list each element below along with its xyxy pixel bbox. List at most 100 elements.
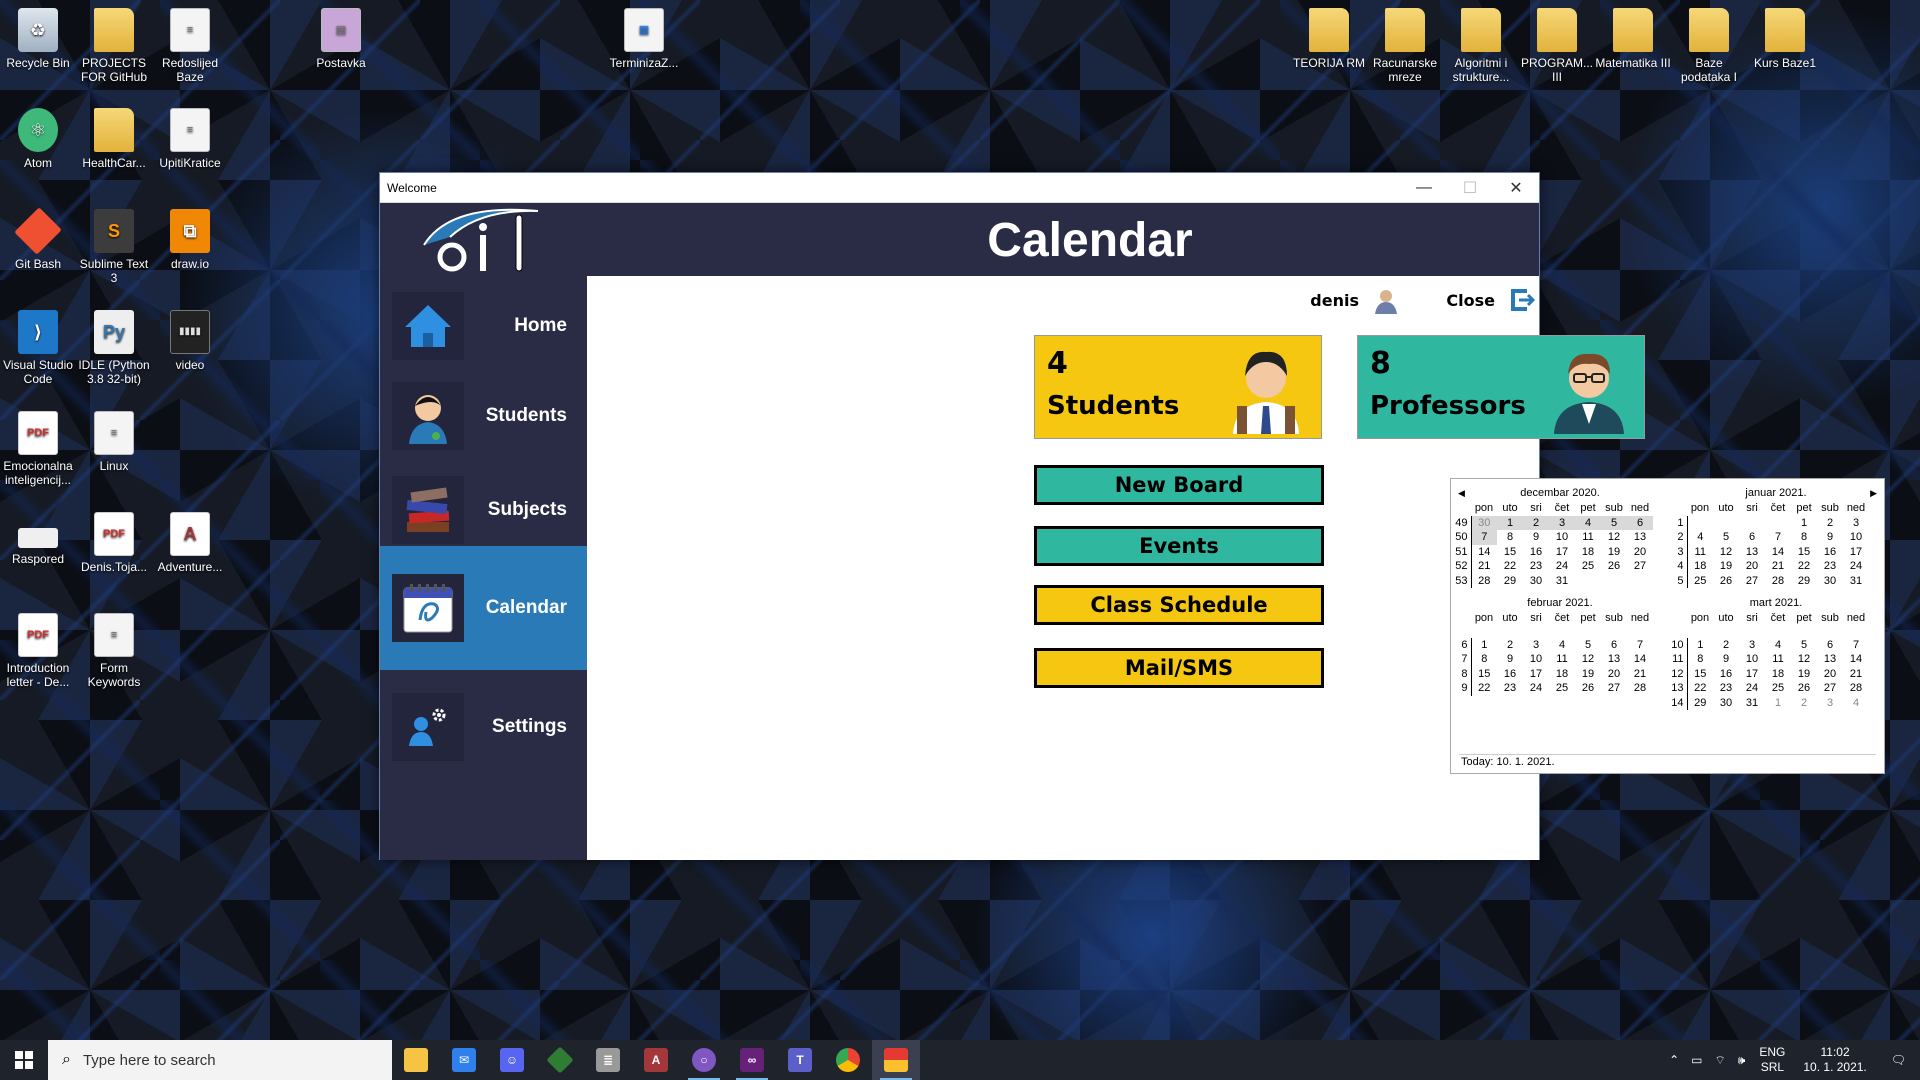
- taskbar-teams[interactable]: T: [776, 1040, 824, 1080]
- calendar-day[interactable]: 20: [1601, 667, 1627, 682]
- start-button[interactable]: [0, 1040, 48, 1080]
- language-indicator[interactable]: ENG SRL: [1751, 1045, 1793, 1075]
- sidebar-item-students[interactable]: Students: [380, 380, 587, 452]
- calendar-day[interactable]: 25: [1575, 559, 1601, 574]
- desktop-icon-recycle-bin[interactable]: ♻ Recycle Bin: [0, 8, 76, 70]
- taskbar-sourcetree[interactable]: [536, 1040, 584, 1080]
- sidebar-item-calendar[interactable]: Calendar: [380, 546, 587, 670]
- calendar-day[interactable]: 7: [1627, 638, 1653, 653]
- calendar-day[interactable]: 16: [1817, 545, 1843, 560]
- month-calendar[interactable]: ◀ ▶ decembar 2020. pon uto sri čet pet sub ned 4…: [1450, 478, 1885, 774]
- calendar-day[interactable]: 12: [1575, 652, 1601, 667]
- desktop-icon-sublime[interactable]: S Sublime Text 3: [76, 209, 152, 285]
- calendar-day[interactable]: 22: [1791, 559, 1817, 574]
- calendar-day[interactable]: 3: [1843, 516, 1869, 531]
- calendar-day[interactable]: 30: [1713, 696, 1739, 711]
- calendar-day[interactable]: 20: [1627, 545, 1653, 560]
- minimize-button[interactable]: —: [1401, 173, 1447, 203]
- calendar-day[interactable]: 8: [1497, 530, 1523, 545]
- calendar-day[interactable]: 23: [1497, 681, 1523, 696]
- calendar-day[interactable]: 2: [1791, 696, 1817, 711]
- calendar-day[interactable]: 2: [1523, 515, 1549, 530]
- calendar-day[interactable]: 12: [1601, 530, 1627, 545]
- calendar-day[interactable]: 24: [1523, 681, 1549, 696]
- calendar-day[interactable]: 2: [1713, 638, 1739, 653]
- desktop-icon-matematika[interactable]: Matematika III: [1595, 8, 1671, 70]
- calendar-day[interactable]: 5: [1713, 530, 1739, 545]
- desktop-icon-redoslijed[interactable]: ≡ Redoslijed Baze: [152, 8, 228, 84]
- taskbar-access[interactable]: A: [632, 1040, 680, 1080]
- calendar-day[interactable]: 22: [1497, 559, 1523, 574]
- mail-sms-button[interactable]: Mail/SMS: [1034, 648, 1324, 688]
- calendar-day[interactable]: 3: [1817, 696, 1843, 711]
- professors-card[interactable]: 8 Professors: [1357, 335, 1645, 439]
- calendar-day[interactable]: 24: [1843, 559, 1869, 574]
- calendar-day[interactable]: 19: [1713, 559, 1739, 574]
- calendar-day[interactable]: 11: [1549, 652, 1575, 667]
- calendar-day[interactable]: 11: [1765, 652, 1791, 667]
- calendar-day[interactable]: 21: [1471, 559, 1497, 574]
- class-schedule-button[interactable]: Class Schedule: [1034, 585, 1324, 625]
- calendar-day[interactable]: 1: [1497, 515, 1523, 530]
- desktop-icon-teorija[interactable]: TEORIJA RM: [1291, 8, 1367, 70]
- calendar-day[interactable]: 9: [1817, 530, 1843, 545]
- taskbar-visual-studio[interactable]: ∞: [728, 1040, 776, 1080]
- close-button[interactable]: Close: [1446, 291, 1495, 310]
- desktop-icon-termini[interactable]: ▦ TerminizaZ...: [606, 8, 682, 70]
- calendar-day[interactable]: 4: [1843, 696, 1869, 711]
- desktop-icon-vscode[interactable]: ⟩ Visual Studio Code: [0, 310, 76, 386]
- calendar-day[interactable]: 24: [1549, 559, 1575, 574]
- calendar-day[interactable]: 21: [1843, 667, 1869, 682]
- calendar-day[interactable]: 30: [1817, 574, 1843, 589]
- taskbar-database[interactable]: ≣: [584, 1040, 632, 1080]
- new-board-button[interactable]: New Board: [1034, 465, 1324, 505]
- calendar-day[interactable]: 11: [1687, 545, 1713, 560]
- calendar-day[interactable]: 27: [1601, 681, 1627, 696]
- calendar-day[interactable]: 16: [1523, 545, 1549, 560]
- chevron-up-icon[interactable]: ⌃: [1663, 1053, 1685, 1067]
- desktop-icon-emocionalna[interactable]: PDF Emocionalna inteligencij...: [0, 411, 76, 487]
- calendar-day[interactable]: 5: [1601, 515, 1627, 530]
- close-window-button[interactable]: ✕: [1493, 173, 1539, 203]
- clock[interactable]: 11:02 10. 1. 2021.: [1793, 1045, 1876, 1075]
- desktop-icon-introduction[interactable]: PDF Introduction letter - De...: [0, 613, 76, 689]
- calendar-day[interactable]: 13: [1627, 530, 1653, 545]
- calendar-day[interactable]: 30: [1523, 574, 1549, 589]
- calendar-day[interactable]: 12: [1791, 652, 1817, 667]
- calendar-day[interactable]: 4: [1575, 515, 1601, 530]
- calendar-day[interactable]: 5: [1575, 638, 1601, 653]
- calendar-day[interactable]: 22: [1687, 681, 1713, 696]
- desktop-icon-adventure[interactable]: A Adventure...: [152, 512, 228, 574]
- calendar-day[interactable]: 20: [1739, 559, 1765, 574]
- calendar-day[interactable]: 26: [1791, 681, 1817, 696]
- calendar-day[interactable]: 31: [1549, 574, 1575, 589]
- desktop-icon-baze[interactable]: Baze podataka I: [1671, 8, 1747, 84]
- calendar-day[interactable]: 1: [1765, 696, 1791, 711]
- calendar-day[interactable]: 25: [1549, 681, 1575, 696]
- taskbar-app-circle[interactable]: ○: [680, 1040, 728, 1080]
- calendar-day[interactable]: 12: [1713, 545, 1739, 560]
- taskbar-welcome-app[interactable]: [872, 1040, 920, 1080]
- calendar-day[interactable]: 28: [1627, 681, 1653, 696]
- sidebar-item-subjects[interactable]: Subjects: [380, 474, 587, 546]
- maximize-button[interactable]: ☐: [1447, 173, 1493, 203]
- calendar-day[interactable]: 14: [1765, 545, 1791, 560]
- taskbar-search[interactable]: ⌕ Type here to search: [48, 1040, 392, 1080]
- desktop-icon-linux[interactable]: ≡ Linux: [76, 411, 152, 473]
- calendar-day[interactable]: 19: [1791, 667, 1817, 682]
- calendar-day[interactable]: 8: [1471, 652, 1497, 667]
- taskbar-mail[interactable]: ✉: [440, 1040, 488, 1080]
- volume-icon[interactable]: 🕪: [1732, 1053, 1752, 1068]
- students-card[interactable]: 4 Students: [1034, 335, 1322, 439]
- desktop-icon-kurs[interactable]: Kurs Baze1: [1747, 8, 1823, 70]
- calendar-today-link[interactable]: Today: 10. 1. 2021.: [1461, 756, 1555, 768]
- calendar-day[interactable]: 4: [1765, 638, 1791, 653]
- desktop-icon-racunarske[interactable]: Racunarske mreze: [1367, 8, 1443, 84]
- calendar-day[interactable]: 31: [1739, 696, 1765, 711]
- calendar-day[interactable]: 1: [1471, 638, 1497, 653]
- calendar-day[interactable]: 25: [1687, 574, 1713, 589]
- calendar-day[interactable]: 25: [1765, 681, 1791, 696]
- desktop-icon-drawio[interactable]: ⧉ draw.io: [152, 209, 228, 271]
- events-button[interactable]: Events: [1034, 526, 1324, 566]
- desktop-icon-upiti[interactable]: ≡ UpitiKratice: [152, 108, 228, 170]
